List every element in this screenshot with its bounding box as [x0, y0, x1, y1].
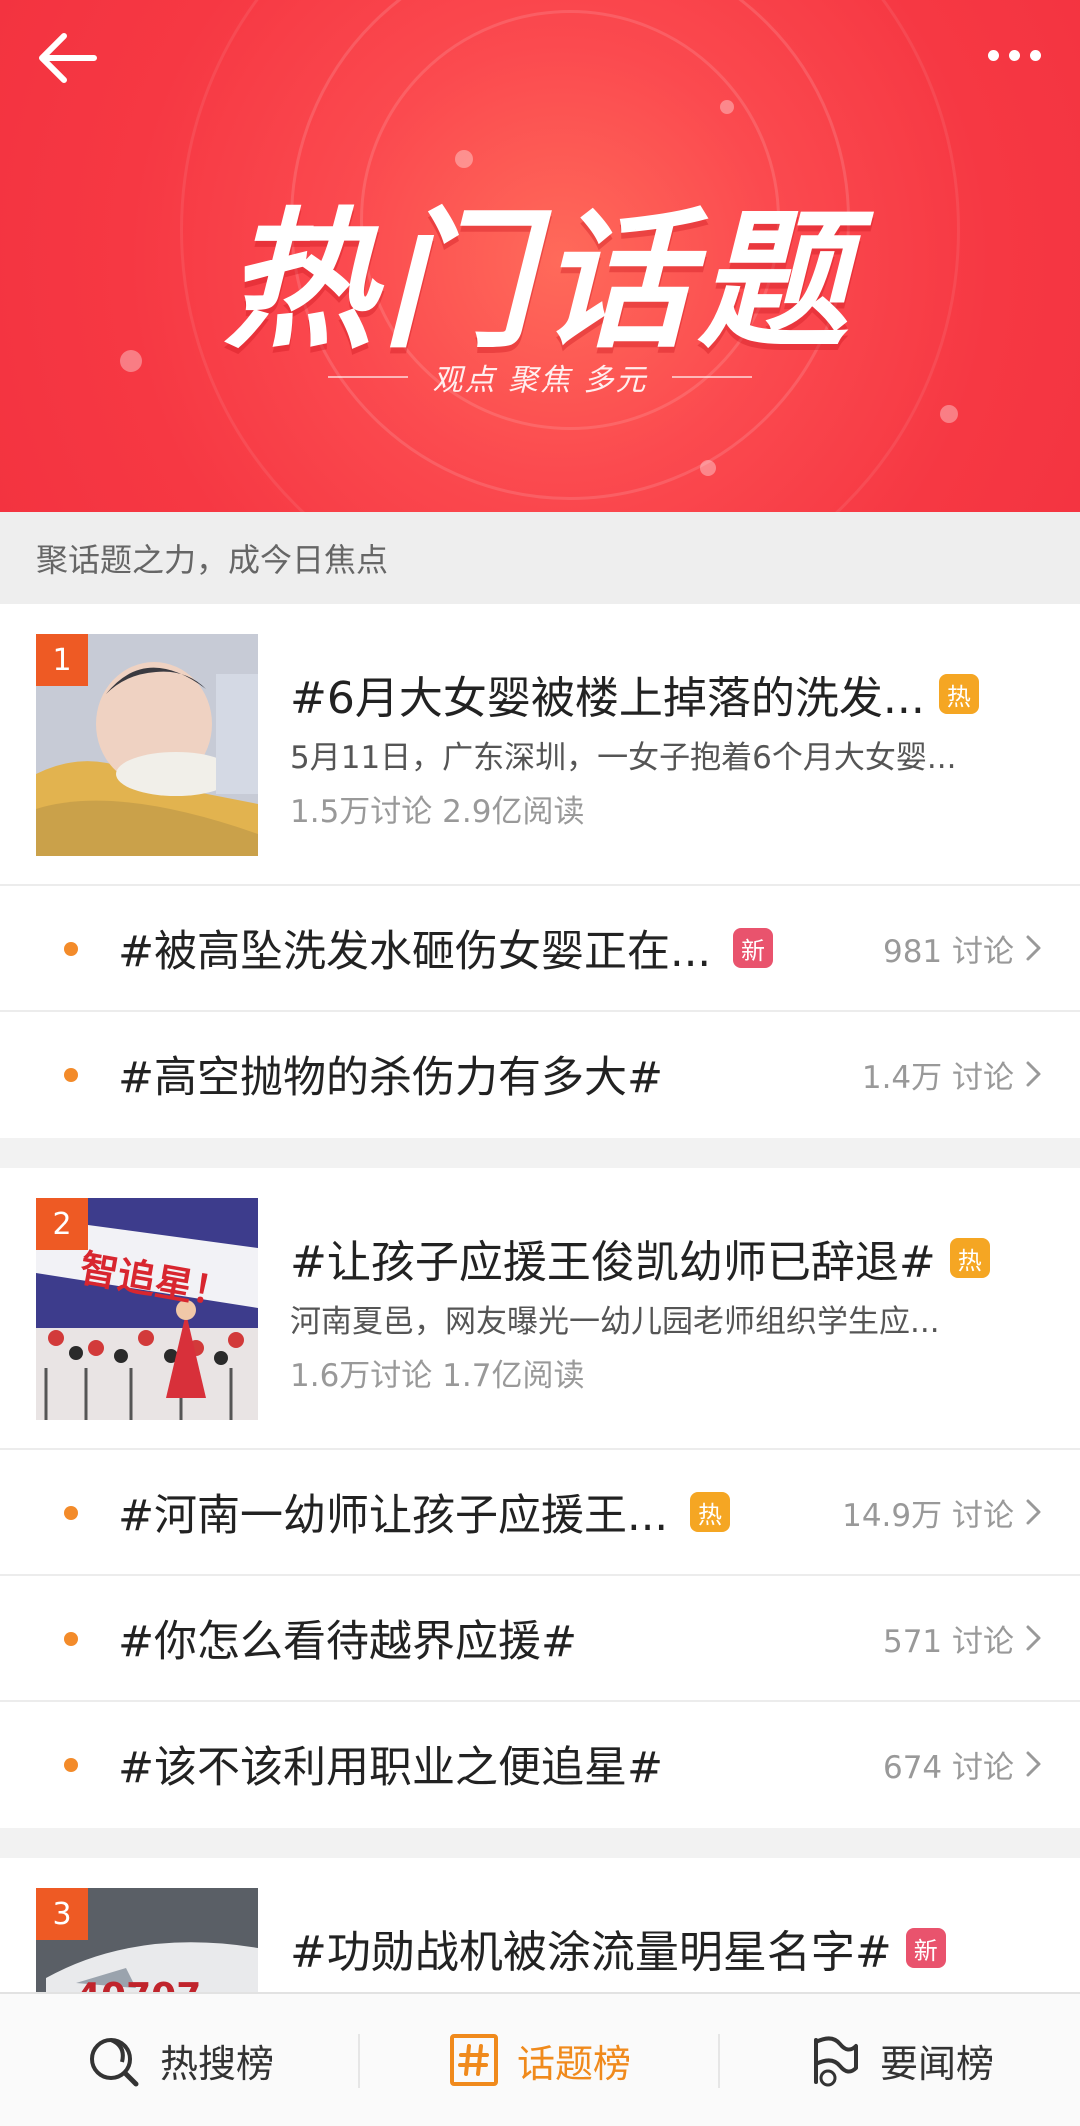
bullet-icon	[64, 1506, 78, 1520]
related-topic-row[interactable]: #你怎么看待越界应援# 571 讨论	[0, 1576, 1080, 1702]
bottom-tab-bar: 热搜榜 话题榜 要闻榜	[0, 1992, 1080, 2126]
discussion-count-text: 571 讨论	[882, 1623, 1014, 1660]
hot-badge: 热	[949, 1238, 990, 1278]
hot-search-icon	[89, 2038, 139, 2087]
tab-label: 话题榜	[516, 2041, 631, 2086]
featured-topic-title[interactable]: #让孩子应援王俊凯幼师已辞退# 热	[290, 1226, 1010, 1290]
related-topic-title: #你怎么看待越界应援#	[118, 1617, 578, 1667]
tab-news[interactable]: 要闻榜	[720, 1994, 1080, 2126]
flag-icon	[813, 2036, 858, 2087]
rank-badge: 1	[36, 634, 88, 686]
section-tagline: 聚话题之力，成今日焦点	[0, 512, 1080, 604]
chevron-right-icon	[1026, 1499, 1041, 1525]
back-arrow-icon[interactable]	[32, 22, 104, 94]
featured-topic-stats: 1.5万讨论 2.9亿阅读	[290, 794, 585, 830]
discussion-count-text: 981 讨论	[882, 933, 1014, 970]
related-topic-title: #该不该利用职业之便追星#	[118, 1743, 664, 1793]
discussion-count: 981 讨论	[883, 886, 1044, 1010]
discussion-count: 1.4万 讨论	[862, 1012, 1044, 1136]
featured-topic[interactable]: 1 #6月大女婴被楼上掉落的洗发... 热 5月11日，广东深圳，一女子抱着6个…	[0, 604, 1080, 886]
banner-dot-decoration	[940, 405, 958, 423]
tab-label: 热搜榜	[159, 2041, 274, 2086]
related-topic-title: #被高坠洗发水砸伤女婴正在... 新	[118, 886, 774, 1010]
tab-topics[interactable]: 话题榜	[360, 1994, 720, 2126]
banner-subtitle: 观点 聚焦 多元	[432, 363, 648, 398]
topic-title-text: #功勋战机被涂流量明星名字#	[290, 1927, 892, 1978]
discussion-count-text: 674 讨论	[882, 1749, 1014, 1786]
chevron-right-icon	[1026, 1625, 1041, 1651]
topic-thumbnail: 智追星！ 2	[36, 1198, 258, 1420]
topic-ranking-page: 热门话题 观点 聚焦 多元 聚话题之力，成今日焦点 1 #6月大女婴被楼上掉落的…	[0, 0, 1080, 2126]
topic-title-text: #被高坠洗发水砸伤女婴正在...	[118, 927, 712, 977]
featured-topic-title[interactable]: #功勋战机被涂流量明星名字# 新	[290, 1916, 1010, 1980]
discussion-count-text: 1.4万 讨论	[861, 1059, 1014, 1096]
tab-hot-search[interactable]: 热搜榜	[0, 1994, 360, 2126]
featured-topic-description: 5月11日，广东深圳，一女子抱着6个月大女婴...	[290, 740, 957, 776]
topic-group-2: 智追星！ 2 #让孩子应援王俊凯幼师已辞退# 热 河南夏邑，网友曝光一幼儿园老师…	[0, 1168, 1080, 1828]
featured-topic-description: 河南夏邑，网友曝光一幼儿园老师组织学生应...	[290, 1304, 940, 1340]
rank-badge: 2	[36, 1198, 88, 1250]
more-options-icon[interactable]	[974, 30, 1054, 80]
chevron-right-icon	[1026, 935, 1041, 961]
subtitle-divider	[328, 376, 409, 378]
topic-group-1: 1 #6月大女婴被楼上掉落的洗发... 热 5月11日，广东深圳，一女子抱着6个…	[0, 604, 1080, 1138]
banner-dot-decoration	[720, 100, 734, 114]
related-topic-row[interactable]: #高空抛物的杀伤力有多大# 1.4万 讨论	[0, 1012, 1080, 1138]
featured-topic[interactable]: 智追星！ 2 #让孩子应援王俊凯幼师已辞退# 热 河南夏邑，网友曝光一幼儿园老师…	[0, 1168, 1080, 1450]
related-topic-row[interactable]: #河南一幼师让孩子应援王... 热 14.9万 讨论	[0, 1450, 1080, 1576]
discussion-count: 14.9万 讨论	[842, 1450, 1044, 1574]
related-topic-row[interactable]: #被高坠洗发水砸伤女婴正在... 新 981 讨论	[0, 886, 1080, 1012]
discussion-count: 571 讨论	[883, 1576, 1044, 1700]
topic-title-text: #让孩子应援王俊凯幼师已辞退#	[290, 1237, 936, 1288]
bullet-icon	[64, 1632, 78, 1646]
hot-badge: 热	[690, 1492, 731, 1532]
new-badge: 新	[733, 928, 774, 968]
topic-title-text: #6月大女婴被楼上掉落的洗发...	[290, 673, 925, 724]
featured-topic-stats: 1.6万讨论 1.7亿阅读	[290, 1358, 585, 1394]
banner-dot-decoration	[700, 460, 716, 476]
tab-label: 要闻榜	[879, 2041, 994, 2086]
more-dot	[1008, 49, 1020, 61]
banner-title: 热门话题	[223, 195, 856, 369]
featured-topic-title[interactable]: #6月大女婴被楼上掉落的洗发... 热	[290, 662, 1010, 726]
related-topic-title: #高空抛物的杀伤力有多大#	[118, 1053, 664, 1103]
related-topic-title: #河南一幼师让孩子应援王... 热	[118, 1450, 731, 1574]
hot-topics-banner: 热门话题 观点 聚焦 多元	[0, 0, 1080, 512]
hot-badge: 热	[938, 674, 979, 714]
bullet-icon	[64, 942, 78, 956]
banner-subtitle-row: 观点 聚焦 多元	[0, 355, 1080, 399]
chevron-right-icon	[1026, 1751, 1041, 1777]
more-dot	[987, 49, 999, 61]
topic-thumbnail: 1	[36, 634, 258, 856]
topic-title-text: #河南一幼师让孩子应援王...	[118, 1491, 669, 1541]
discussion-count-text: 14.9万 讨论	[842, 1497, 1014, 1534]
bullet-icon	[64, 1758, 78, 1772]
hashtag-icon	[449, 2034, 498, 2086]
new-badge: 新	[905, 1928, 946, 1968]
chevron-right-icon	[1026, 1061, 1041, 1087]
more-dot	[1029, 49, 1041, 61]
subtitle-divider	[671, 376, 752, 378]
bullet-icon	[64, 1068, 78, 1082]
discussion-count: 674 讨论	[883, 1702, 1044, 1826]
related-topic-row[interactable]: #该不该利用职业之便追星# 674 讨论	[0, 1702, 1080, 1828]
rank-badge: 3	[36, 1888, 88, 1940]
